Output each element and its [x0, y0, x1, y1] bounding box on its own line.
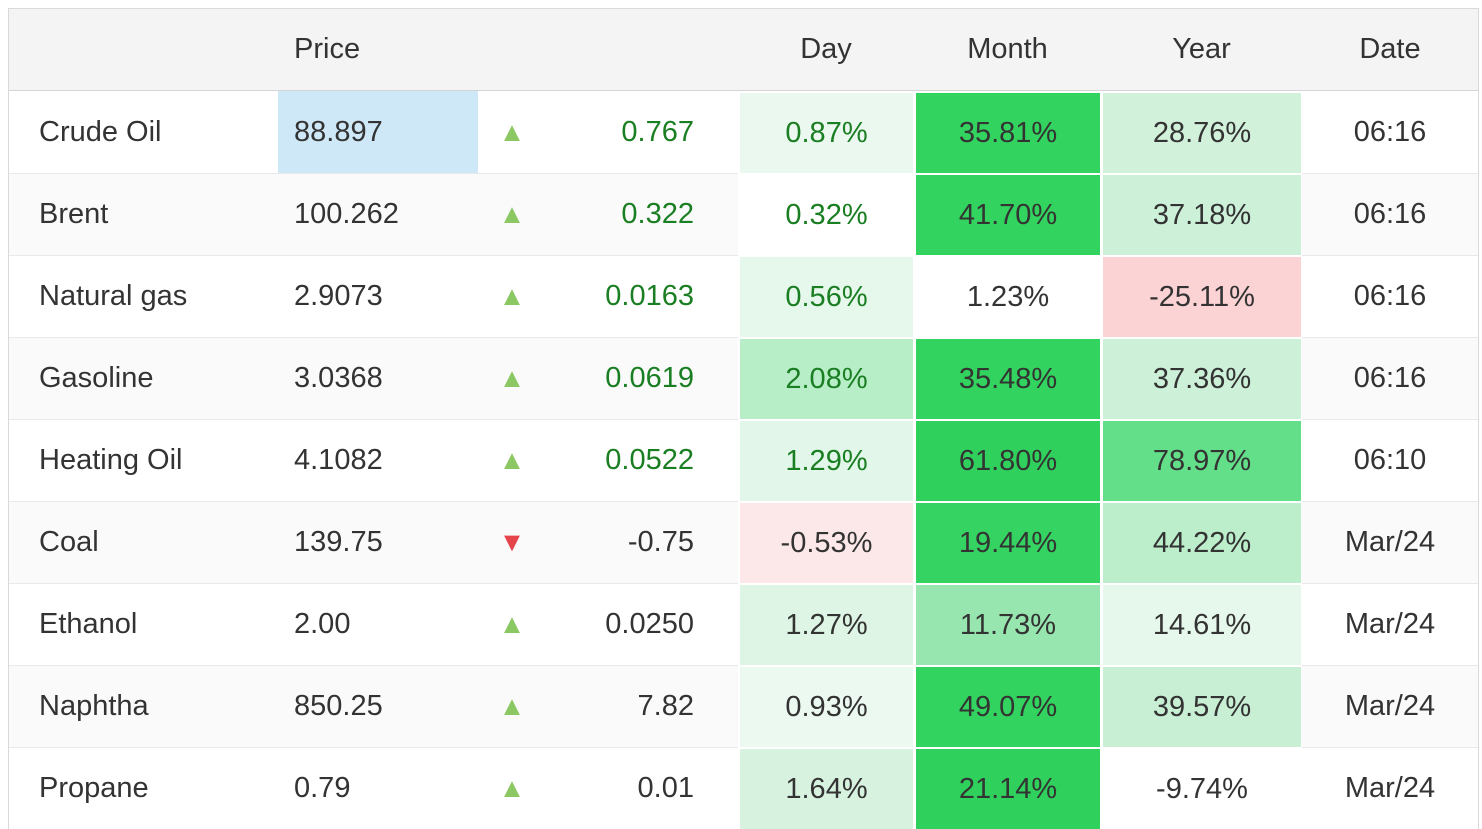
day-percent-cell: 0.56%: [738, 255, 914, 337]
year-percent-cell: 39.57%: [1101, 665, 1302, 747]
date-cell: Mar/24: [1302, 747, 1478, 829]
month-percent-cell: 35.81%: [914, 91, 1101, 173]
price-cell: 88.897: [278, 91, 478, 173]
day-percent-cell: 0.93%: [738, 665, 914, 747]
col-header-date: Date: [1302, 9, 1478, 91]
table-row-heating-oil: Heating Oil 4.1082 ▲ 0.0522 1.29% 61.80%…: [9, 419, 1478, 501]
year-percent-cell: -25.11%: [1101, 255, 1302, 337]
year-percent-cell: 14.61%: [1101, 583, 1302, 665]
day-percent-cell: 1.64%: [738, 747, 914, 829]
up-arrow-icon: ▲: [478, 91, 546, 173]
year-percent-cell: 37.18%: [1101, 173, 1302, 255]
month-percent-cell: 49.07%: [914, 665, 1101, 747]
change-cell: 7.82: [546, 665, 738, 747]
col-header-day: Day: [738, 9, 914, 91]
up-arrow-icon: ▲: [478, 337, 546, 419]
month-percent-cell: 19.44%: [914, 501, 1101, 583]
price-cell: 139.75: [278, 501, 478, 583]
col-header-price: Price: [278, 9, 478, 91]
date-cell: 06:16: [1302, 337, 1478, 419]
down-arrow-icon: ▼: [478, 501, 546, 583]
change-cell: 0.01: [546, 747, 738, 829]
price-cell: 850.25: [278, 665, 478, 747]
up-arrow-icon: ▲: [478, 747, 546, 829]
commodity-link-propane[interactable]: Propane: [9, 747, 278, 829]
month-percent-cell: 35.48%: [914, 337, 1101, 419]
table-row-natural-gas: Natural gas 2.9073 ▲ 0.0163 0.56% 1.23% …: [9, 255, 1478, 337]
price-cell: 2.9073: [278, 255, 478, 337]
table-row-coal: Coal 139.75 ▼ -0.75 -0.53% 19.44% 44.22%…: [9, 501, 1478, 583]
month-percent-cell: 41.70%: [914, 173, 1101, 255]
change-cell: 0.0163: [546, 255, 738, 337]
date-cell: 06:10: [1302, 419, 1478, 501]
price-cell: 100.262: [278, 173, 478, 255]
day-percent-cell: 2.08%: [738, 337, 914, 419]
day-percent-cell: 1.29%: [738, 419, 914, 501]
day-percent-cell: 0.32%: [738, 173, 914, 255]
commodity-link-coal[interactable]: Coal: [9, 501, 278, 583]
year-percent-cell: -9.74%: [1101, 747, 1302, 829]
table-row-gasoline: Gasoline 3.0368 ▲ 0.0619 2.08% 35.48% 37…: [9, 337, 1478, 419]
month-percent-cell: 21.14%: [914, 747, 1101, 829]
date-cell: 06:16: [1302, 255, 1478, 337]
table-row-propane: Propane 0.79 ▲ 0.01 1.64% 21.14% -9.74% …: [9, 747, 1478, 829]
commodity-link-naphtha[interactable]: Naphtha: [9, 665, 278, 747]
year-percent-cell: 37.36%: [1101, 337, 1302, 419]
table-row-brent: Brent 100.262 ▲ 0.322 0.32% 41.70% 37.18…: [9, 173, 1478, 255]
table-row-crude-oil: Crude Oil 88.897 ▲ 0.767 0.87% 35.81% 28…: [9, 91, 1478, 173]
change-cell: 0.0250: [546, 583, 738, 665]
year-percent-cell: 28.76%: [1101, 91, 1302, 173]
up-arrow-icon: ▲: [478, 419, 546, 501]
change-cell: 0.0619: [546, 337, 738, 419]
col-header-arrow: [478, 9, 546, 91]
month-percent-cell: 11.73%: [914, 583, 1101, 665]
year-percent-cell: 78.97%: [1101, 419, 1302, 501]
day-percent-cell: -0.53%: [738, 501, 914, 583]
commodity-link-brent[interactable]: Brent: [9, 173, 278, 255]
up-arrow-icon: ▲: [478, 583, 546, 665]
price-cell: 0.79: [278, 747, 478, 829]
commodity-link-crude-oil[interactable]: Crude Oil: [9, 91, 278, 173]
commodity-link-ethanol[interactable]: Ethanol: [9, 583, 278, 665]
up-arrow-icon: ▲: [478, 173, 546, 255]
price-cell: 3.0368: [278, 337, 478, 419]
col-header-month: Month: [914, 9, 1101, 91]
price-cell: 4.1082: [278, 419, 478, 501]
price-cell: 2.00: [278, 583, 478, 665]
change-cell: 0.0522: [546, 419, 738, 501]
table-row-ethanol: Ethanol 2.00 ▲ 0.0250 1.27% 11.73% 14.61…: [9, 583, 1478, 665]
day-percent-cell: 0.87%: [738, 91, 914, 173]
commodity-link-natural-gas[interactable]: Natural gas: [9, 255, 278, 337]
date-cell: 06:16: [1302, 91, 1478, 173]
date-cell: Mar/24: [1302, 501, 1478, 583]
header-row: Price Day Month Year Date: [9, 9, 1478, 91]
table-body: Crude Oil 88.897 ▲ 0.767 0.87% 35.81% 28…: [9, 91, 1478, 829]
day-percent-cell: 1.27%: [738, 583, 914, 665]
commodities-table: Price Day Month Year Date Crude Oil 88.8…: [8, 8, 1479, 829]
table-header: Price Day Month Year Date: [9, 9, 1478, 91]
col-header-name: [9, 9, 278, 91]
month-percent-cell: 61.80%: [914, 419, 1101, 501]
change-cell: 0.322: [546, 173, 738, 255]
year-percent-cell: 44.22%: [1101, 501, 1302, 583]
change-cell: 0.767: [546, 91, 738, 173]
month-percent-cell: 1.23%: [914, 255, 1101, 337]
up-arrow-icon: ▲: [478, 665, 546, 747]
up-arrow-icon: ▲: [478, 255, 546, 337]
date-cell: Mar/24: [1302, 665, 1478, 747]
date-cell: 06:16: [1302, 173, 1478, 255]
change-cell: -0.75: [546, 501, 738, 583]
col-header-change: [546, 9, 738, 91]
col-header-year: Year: [1101, 9, 1302, 91]
commodity-link-gasoline[interactable]: Gasoline: [9, 337, 278, 419]
table-row-naphtha: Naphtha 850.25 ▲ 7.82 0.93% 49.07% 39.57…: [9, 665, 1478, 747]
commodity-link-heating-oil[interactable]: Heating Oil: [9, 419, 278, 501]
date-cell: Mar/24: [1302, 583, 1478, 665]
